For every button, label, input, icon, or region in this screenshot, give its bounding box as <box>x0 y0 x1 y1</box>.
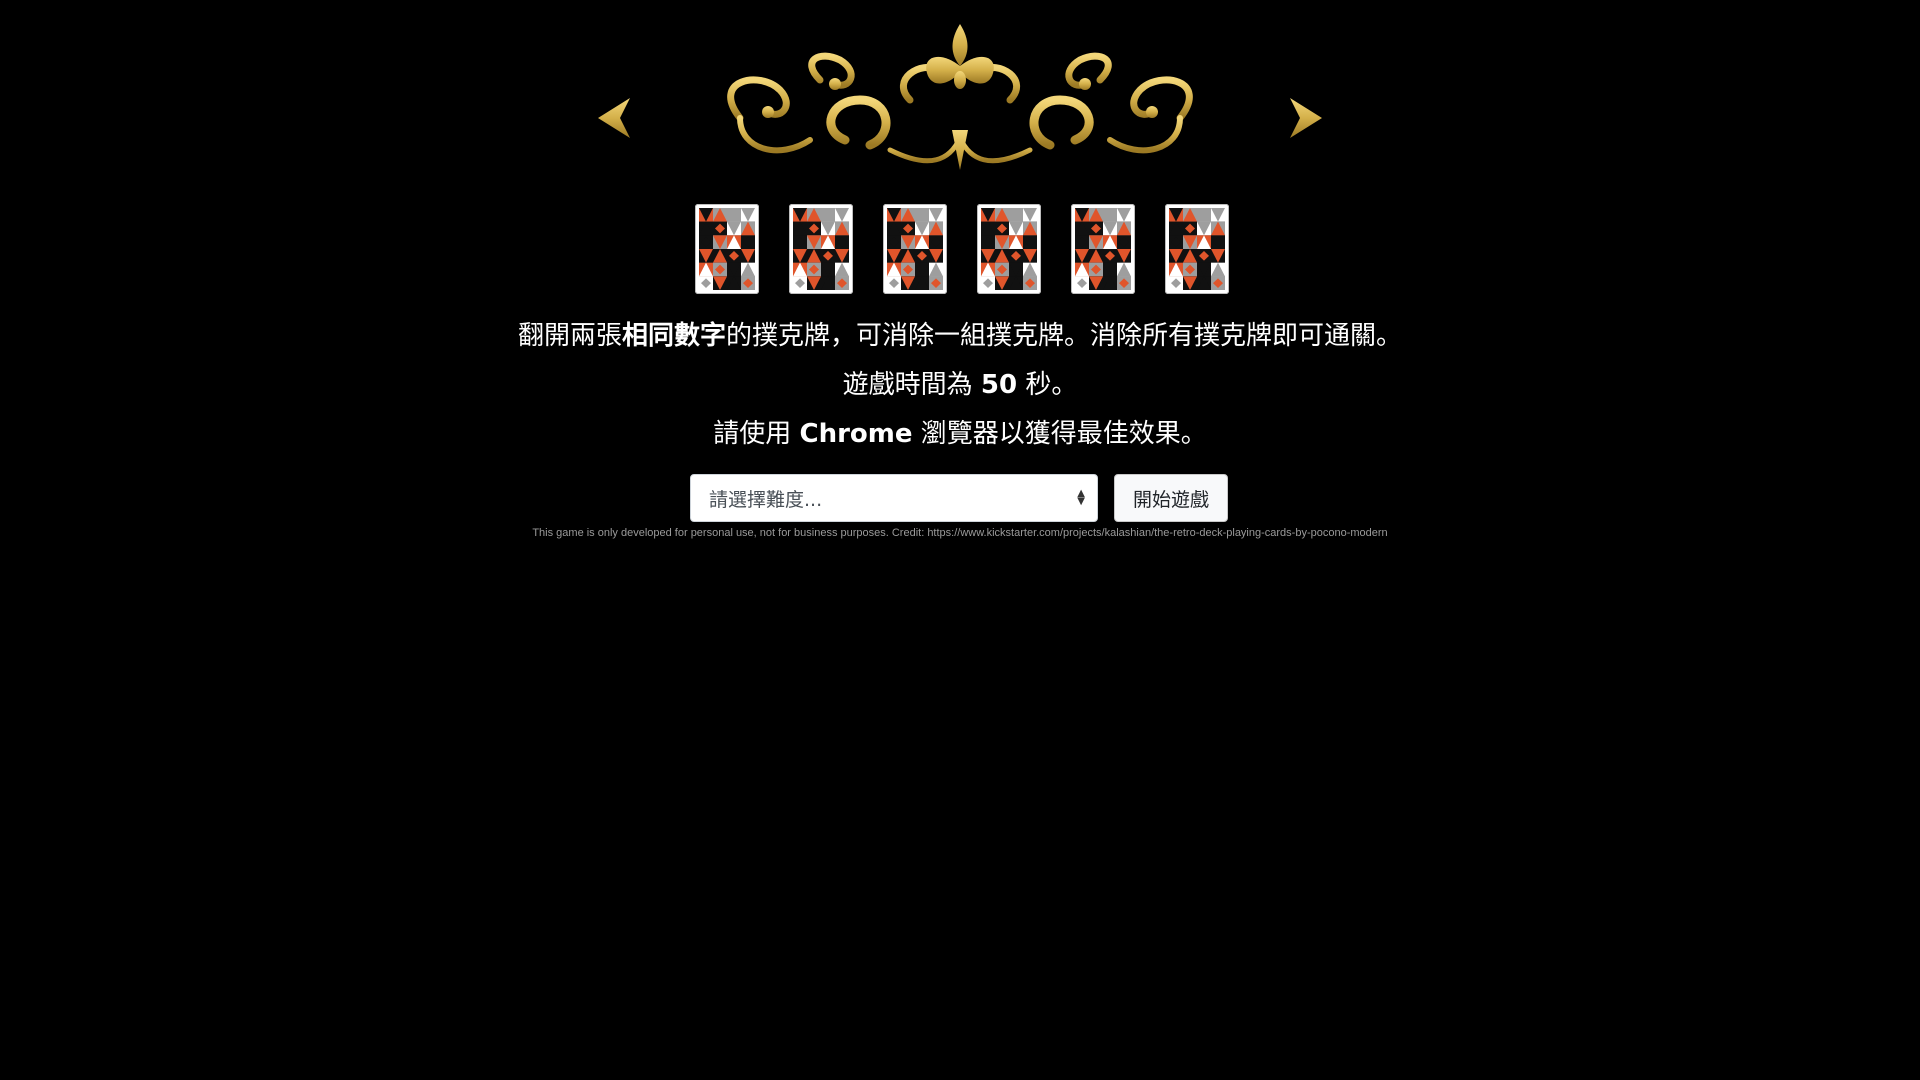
card-back-icon <box>1075 208 1131 290</box>
time-limit-unit: 秒。 <box>1017 370 1078 400</box>
browser-note-text: 請使用 <box>713 419 800 449</box>
rules-highlight: 相同數字 <box>621 321 726 351</box>
playing-card[interactable] <box>1165 204 1229 294</box>
credit-footer: This game is only developed for personal… <box>532 527 1388 539</box>
rules-line: 翻開兩張相同數字的撲克牌，可消除一組撲克牌。消除所有撲克牌即可通關。 <box>0 318 1920 354</box>
game-controls: 請選擇難度... ▲ ▼ 開始遊戲 <box>690 474 1229 522</box>
select-arrows-icon: ▲ ▼ <box>1077 488 1085 507</box>
time-limit-value: 50 <box>980 370 1018 400</box>
browser-note-text: 瀏覽器以獲得最佳效果。 <box>912 419 1207 449</box>
playing-card[interactable] <box>1071 204 1135 294</box>
rules-text: 的撲克牌，可消除一組撲克牌。消除所有撲克牌即可通關。 <box>726 321 1403 351</box>
card-row <box>0 204 1920 294</box>
game-page: 翻開兩張相同數字的撲克牌，可消除一組撲克牌。消除所有撲克牌即可通關。 遊戲時間為… <box>0 0 1920 1080</box>
difficulty-select[interactable]: 請選擇難度... ▲ ▼ <box>690 474 1098 522</box>
card-back-icon <box>981 208 1037 290</box>
start-game-button[interactable]: 開始遊戲 <box>1114 474 1229 522</box>
difficulty-placeholder: 請選擇難度... <box>709 488 823 511</box>
card-back-icon <box>887 208 943 290</box>
gold-filigree-ornament-icon <box>598 24 1322 170</box>
time-limit-text: 遊戲時間為 <box>842 370 981 400</box>
rules-text: 翻開兩張 <box>517 321 622 351</box>
playing-card[interactable] <box>789 204 853 294</box>
card-back-icon <box>793 208 849 290</box>
card-back-icon <box>1169 208 1225 290</box>
playing-card[interactable] <box>977 204 1041 294</box>
browser-note-line: 請使用 Chrome 瀏覽器以獲得最佳效果。 <box>0 416 1920 452</box>
time-limit-line: 遊戲時間為 50 秒。 <box>0 367 1920 403</box>
playing-card[interactable] <box>883 204 947 294</box>
card-back-icon <box>699 208 755 290</box>
browser-name: Chrome <box>799 419 913 449</box>
playing-card[interactable] <box>695 204 759 294</box>
